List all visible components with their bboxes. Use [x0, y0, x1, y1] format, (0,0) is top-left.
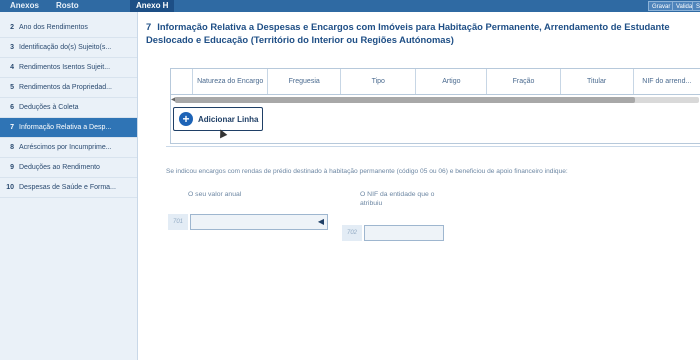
- tab-anexos[interactable]: Anexos: [10, 0, 39, 12]
- sidebar-item-deducoes-rendimento[interactable]: 9 Deduções ao Rendimento: [0, 158, 137, 178]
- main-panel: 7 Informação Relativa a Despesas e Encarg…: [138, 12, 700, 360]
- column-header[interactable]: NIF do arrend...: [632, 69, 700, 94]
- sidebar-item-label: Deduções à Coleta: [19, 104, 79, 111]
- column-header[interactable]: Natureza do Encargo: [192, 69, 267, 94]
- sidebar-item-number: 4: [10, 64, 14, 71]
- sidebar-item-label: Deduções ao Rendimento: [19, 164, 100, 171]
- sidebar-item-rendimentos-isentos[interactable]: 4 Rendimentos Isentos Sujeit...: [0, 58, 137, 78]
- sidebar-item-label: Despesas de Saúde e Forma...: [19, 184, 116, 191]
- annual-value-label: O seu valor anual: [188, 191, 242, 198]
- section-title: 7 Informação Relativa a Despesas e Encarg…: [146, 20, 698, 46]
- field-arrow-icon[interactable]: ◀: [318, 217, 324, 227]
- annual-value-input[interactable]: ◀: [190, 214, 328, 230]
- tab-anexo-h[interactable]: Anexo H: [130, 0, 175, 12]
- add-line-label: Adicionar Linha: [198, 114, 259, 124]
- column-header[interactable]: Artigo: [415, 69, 486, 94]
- expenses-table: Natureza do Encargo Freguesia Tipo Artig…: [170, 68, 700, 144]
- section-divider: [166, 146, 700, 147]
- sidebar-item-number: 6: [10, 104, 14, 111]
- section-number: 7: [146, 21, 152, 32]
- sidebar-item-label: Identificação do(s) Sujeito(s...: [19, 44, 112, 51]
- sidebar-item-rendimentos-propriedade[interactable]: 5 Rendimentos da Propriedad...: [0, 78, 137, 98]
- support-hint-text: Se indicou encargos com rendas de prédio…: [166, 168, 568, 175]
- add-line-button[interactable]: + Adicionar Linha: [173, 107, 263, 131]
- sidebar-item-number: 5: [10, 84, 14, 91]
- column-header[interactable]: Titular: [559, 69, 633, 94]
- table-header: Natureza do Encargo Freguesia Tipo Artig…: [171, 69, 700, 95]
- sidebar-item-deducoes-coleta[interactable]: 6 Deduções à Coleta: [0, 98, 137, 118]
- top-bar: Anexos Rosto Anexo H Gravar Validar S: [0, 0, 700, 12]
- tab-rosto[interactable]: Rosto: [56, 0, 79, 12]
- sidebar-item-label: Rendimentos da Propriedad...: [19, 84, 112, 91]
- sidebar-item-label: Acréscimos por Incumprime...: [19, 144, 112, 151]
- sidebar-item-label: Informação Relativa a Desp...: [19, 124, 112, 131]
- sidebar-item-number: 10: [6, 184, 14, 191]
- sidebar-item-number: 7: [10, 124, 14, 131]
- sidebar-item-label: Rendimentos Isentos Sujeit...: [19, 64, 111, 71]
- sidebar: 2 Ano dos Rendimentos 3 Identificação do(s…: [0, 12, 138, 360]
- column-header[interactable]: Tipo: [340, 69, 415, 94]
- plus-icon: +: [179, 112, 193, 126]
- select-column-header: [171, 69, 192, 94]
- sidebar-item-identificacao[interactable]: 3 Identificação do(s) Sujeito(s...: [0, 38, 137, 58]
- nif-entity-label: O NIF da entidade que o atribuiu: [360, 191, 435, 207]
- column-header[interactable]: Freguesia: [267, 69, 340, 94]
- horizontal-scrollbar[interactable]: [175, 97, 699, 103]
- sidebar-item-informacao-despesas[interactable]: 7 Informação Relativa a Desp...: [0, 118, 137, 138]
- sidebar-item-number: 8: [10, 144, 14, 151]
- save-button[interactable]: Gravar: [648, 1, 675, 11]
- sidebar-item-label: Ano dos Rendimentos: [19, 24, 88, 31]
- sidebar-item-ano-rendimentos[interactable]: 2 Ano dos Rendimentos: [0, 18, 137, 38]
- sidebar-item-acrescimos[interactable]: 8 Acréscimos por Incumprime...: [0, 138, 137, 158]
- sidebar-item-number: 9: [10, 164, 14, 171]
- sidebar-item-number: 3: [10, 44, 14, 51]
- field-code-701: 701: [168, 214, 188, 230]
- nif-entity-input[interactable]: [364, 225, 444, 241]
- section-title-text: Informação Relativa a Despesas e Encargo…: [146, 21, 670, 45]
- sidebar-item-despesas-saude[interactable]: 10 Despesas de Saúde e Forma...: [0, 178, 137, 198]
- column-header[interactable]: Fração: [486, 69, 559, 94]
- submit-button[interactable]: S: [692, 1, 700, 11]
- field-code-702: 702: [342, 225, 362, 241]
- scrollbar-thumb[interactable]: [175, 97, 635, 103]
- sidebar-item-number: 2: [10, 24, 14, 31]
